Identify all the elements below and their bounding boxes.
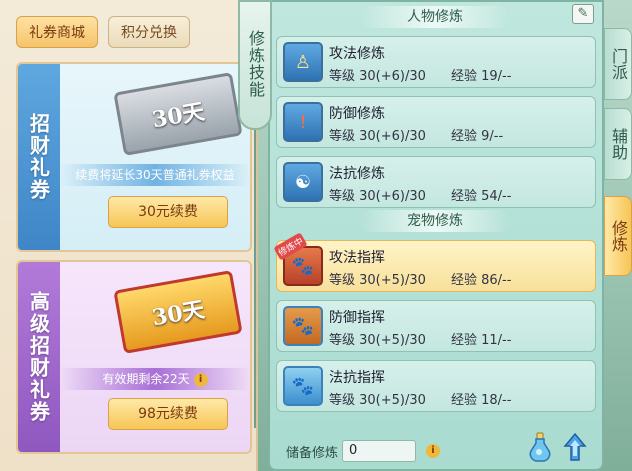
skill-level: 等级 30(+6)/30 bbox=[329, 69, 426, 84]
tab-cultivation-label: 修炼 bbox=[609, 220, 628, 252]
skill-exp: 经验 18/-- bbox=[451, 393, 512, 408]
skill-row-defense[interactable]: ! 防御修炼 等级 30(+6)/30 经验 9/-- bbox=[276, 96, 596, 148]
skill-name: 防御指挥 bbox=[329, 310, 385, 326]
skill-name: 法抗指挥 bbox=[329, 370, 385, 386]
reserve-label: 储备修炼 bbox=[286, 446, 339, 461]
paw-defense-icon: 🐾 bbox=[283, 306, 323, 346]
skill-level: 等级 30(+6)/30 bbox=[329, 129, 426, 144]
upgrade-arrow-icon[interactable] bbox=[562, 432, 588, 462]
tab-sect-label: 门派 bbox=[609, 48, 628, 80]
renew-note: 续费将延长30天普通礼券权益 bbox=[60, 164, 250, 186]
tab-gift-shop[interactable]: 礼券商城 bbox=[16, 16, 98, 48]
fortune-coupon-label-bar: 招财礼券 bbox=[18, 64, 60, 250]
reserve-info-icon[interactable]: i bbox=[426, 444, 440, 458]
skill-row-resist[interactable]: ☯ 法抗修炼 等级 30(+6)/30 经验 54/-- bbox=[276, 156, 596, 208]
tab-assist-label: 辅助 bbox=[609, 128, 628, 160]
skill-level: 等级 30(+5)/30 bbox=[329, 393, 426, 408]
cultivation-panel: 人物修炼 ✎ ♙ 攻法修炼 等级 30(+6)/30 经验 19/-- ! 防御… bbox=[268, 0, 604, 471]
edit-icon[interactable]: ✎ bbox=[572, 4, 594, 24]
skill-exp: 经验 54/-- bbox=[451, 189, 512, 204]
person-cultivation-title: 人物修炼 bbox=[360, 6, 510, 28]
renew-30-button[interactable]: 30元续费 bbox=[108, 196, 228, 228]
silver-ticket-icon: 30天 bbox=[113, 72, 243, 156]
ticket-days: 30天 bbox=[150, 98, 207, 134]
skill-row-pet-attack[interactable]: 🐾 修炼中 攻法指挥 等级 30(+5)/30 经验 86/-- bbox=[273, 232, 596, 292]
validity-note: 有效期剩余22天 i bbox=[60, 368, 250, 390]
skill-level: 等级 30(+5)/30 bbox=[329, 273, 426, 288]
tab-assist[interactable]: 辅助 bbox=[604, 108, 632, 180]
gold-ticket-icon: 30天 bbox=[113, 270, 243, 354]
skill-exp: 经验 19/-- bbox=[451, 69, 512, 84]
skill-exp: 经验 9/-- bbox=[451, 129, 504, 144]
skill-row-pet-resist[interactable]: 🐾 法抗指挥 等级 30(+5)/30 经验 18/-- bbox=[276, 360, 596, 412]
skill-exp: 经验 11/-- bbox=[451, 333, 512, 348]
tab-sect[interactable]: 门派 bbox=[604, 28, 632, 100]
potion-icon[interactable] bbox=[528, 432, 552, 462]
pet-cultivation-title: 宠物修炼 bbox=[360, 210, 510, 232]
renew-98-button[interactable]: 98元续费 bbox=[108, 398, 228, 430]
premium-coupon-label: 高级招财礼券 bbox=[26, 291, 51, 423]
skill-name: 防御修炼 bbox=[329, 106, 385, 122]
skill-name: 攻法指挥 bbox=[329, 250, 385, 266]
tab-points-exchange[interactable]: 积分兑换 bbox=[108, 16, 190, 48]
skill-level: 等级 30(+5)/30 bbox=[329, 333, 426, 348]
tab-cultivation[interactable]: 修炼 bbox=[604, 196, 632, 276]
yin-yang-icon: ☯ bbox=[283, 162, 323, 202]
gift-shop-panel: 礼券商城 积分兑换 招财礼券 30天 续费将延长30天普通礼券权益 30元续费 … bbox=[0, 0, 258, 471]
paw-resist-icon: 🐾 bbox=[283, 366, 323, 406]
skill-level: 等级 30(+6)/30 bbox=[329, 189, 426, 204]
skill-exp: 经验 86/-- bbox=[451, 273, 512, 288]
shield-icon: ! bbox=[283, 102, 323, 142]
skill-name: 法抗修炼 bbox=[329, 166, 385, 182]
skill-row-attack[interactable]: ♙ 攻法修炼 等级 30(+6)/30 经验 19/-- bbox=[276, 36, 596, 88]
cultivation-skills-tab[interactable]: 修炼技能 bbox=[238, 0, 272, 130]
premium-coupon-label-bar: 高级招财礼券 bbox=[18, 262, 60, 452]
skill-name: 攻法修炼 bbox=[329, 46, 385, 62]
divider-line bbox=[254, 128, 256, 428]
reserve-value-field: 0 bbox=[342, 440, 416, 462]
fortune-coupon-label: 招财礼券 bbox=[26, 113, 51, 201]
premium-fortune-coupon-card: 高级招财礼券 30天 有效期剩余22天 i 98元续费 bbox=[16, 260, 252, 454]
validity-text: 有效期剩余22天 bbox=[102, 372, 190, 386]
cultivation-skills-label: 修炼技能 bbox=[246, 30, 265, 98]
warrior-icon: ♙ bbox=[283, 42, 323, 82]
shop-tabs: 礼券商城 积分兑换 bbox=[16, 16, 190, 48]
skill-row-pet-defense[interactable]: 🐾 防御指挥 等级 30(+5)/30 经验 11/-- bbox=[276, 300, 596, 352]
info-icon[interactable]: i bbox=[193, 372, 208, 387]
fortune-coupon-card: 招财礼券 30天 续费将延长30天普通礼券权益 30元续费 bbox=[16, 62, 252, 252]
ticket-days: 30天 bbox=[150, 296, 207, 332]
